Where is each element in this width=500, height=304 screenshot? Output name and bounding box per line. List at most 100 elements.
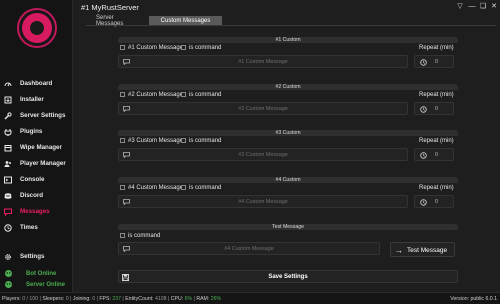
titlebar: #1 MyRustServer ▽ — ❏ ✕ — [73, 0, 500, 14]
sidebar-item-label: Dashboard — [20, 80, 53, 87]
sleepers-value: 0 — [65, 296, 69, 302]
sidebar-item-label: Console — [20, 176, 45, 183]
custom-message-input[interactable]: #4 Custom Message — [118, 195, 408, 208]
players-label: Players: — [2, 296, 21, 302]
repeat-input[interactable]: 0 — [414, 148, 454, 161]
custom-message-label: #3 Custom Message — [128, 138, 184, 144]
is-command-checkbox[interactable] — [181, 45, 186, 50]
sidebar-item-settings[interactable]: Settings — [0, 249, 73, 264]
plugin-icon — [4, 128, 12, 136]
bot-status: Bot Online — [4, 269, 56, 278]
sidebar-item-plugins[interactable]: Plugins — [0, 124, 73, 139]
custom-enable-checkbox[interactable] — [120, 45, 125, 50]
custom-message-label: #1 Custom Message — [128, 45, 184, 51]
input-placeholder: #1 Custom Message — [238, 59, 288, 65]
repeat-value: 0 — [435, 199, 438, 205]
skull-logo-icon — [30, 21, 44, 35]
sidebar-item-label: Times — [20, 224, 38, 231]
repeat-input[interactable]: 0 — [414, 102, 454, 115]
input-placeholder: #2 Custom Message — [238, 106, 288, 112]
custom-message-input[interactable]: #2 Custom Message — [118, 102, 408, 115]
server-stats: Players: 0 / 100 | Sleepers: 0 | Joining… — [2, 296, 222, 302]
test-message-button[interactable]: → Test Message — [390, 242, 455, 257]
custom-enable-checkbox[interactable] — [120, 138, 125, 143]
pin-button[interactable]: ▽ — [454, 1, 466, 11]
robot-icon — [5, 270, 12, 277]
repeat-input[interactable]: 0 — [414, 55, 454, 68]
close-button[interactable]: ✕ — [488, 1, 500, 11]
is-command-label: is command — [189, 138, 222, 144]
sidebar-item-player-manager[interactable]: Player Manager — [0, 156, 73, 171]
sidebar-item-messages[interactable]: Messages — [0, 204, 73, 219]
sidebar-item-label: Server Settings — [20, 112, 66, 119]
is-command-checkbox[interactable] — [120, 233, 125, 238]
sidebar-item-dashboard[interactable]: Dashboard — [0, 76, 73, 91]
console-icon — [4, 176, 12, 184]
section-title: Test Message — [118, 224, 458, 230]
sidebar-item-installer[interactable]: Installer — [0, 92, 73, 107]
repeat-input[interactable]: 0 — [414, 195, 454, 208]
clock-icon — [420, 106, 427, 113]
sidebar-item-console[interactable]: Console — [0, 172, 73, 187]
tab-custom-messages[interactable]: Custom Messages — [149, 16, 222, 25]
version-label: Version: public 6.0.1 — [450, 296, 497, 302]
clock-icon — [420, 59, 427, 66]
tab-divider — [86, 25, 496, 26]
status-bar: Players: 0 / 100 | Sleepers: 0 | Joining… — [0, 292, 500, 304]
input-placeholder: #4 Custom Message — [238, 199, 288, 205]
joining-value: 0 — [92, 296, 96, 302]
custom-enable-checkbox[interactable] — [120, 185, 125, 190]
test-message-input[interactable]: #4 Custom Message — [118, 242, 380, 255]
app-logo — [17, 8, 57, 48]
is-command-checkbox[interactable] — [181, 92, 186, 97]
custom-message-input[interactable]: #1 Custom Message — [118, 55, 408, 68]
sidebar-item-discord[interactable]: Discord — [0, 188, 73, 203]
bot-status-label: Bot Online — [26, 270, 57, 277]
server-status-label: Server Online — [26, 281, 66, 288]
robot-icon — [5, 281, 12, 288]
sidebar-item-label: Wipe Manager — [20, 144, 62, 151]
ram-label: RAM: — [196, 296, 210, 302]
wrench-icon — [4, 111, 12, 120]
save-settings-button[interactable]: Save Settings — [118, 270, 458, 283]
section-title: #4 Custom — [118, 177, 458, 183]
tab-bar: Server Messages Custom Messages — [86, 15, 222, 27]
sidebar-item-label: Settings — [20, 253, 45, 260]
sidebar-item-server-settings[interactable]: Server Settings — [0, 108, 73, 123]
clock-icon — [420, 199, 427, 206]
repeat-value: 0 — [435, 106, 438, 112]
arrow-right-icon: → — [395, 246, 403, 255]
repeat-label: Repeat (min) — [419, 45, 454, 51]
clock-icon — [4, 223, 12, 232]
custom-enable-checkbox[interactable] — [120, 92, 125, 97]
repeat-value: 0 — [435, 152, 438, 158]
discord-icon — [4, 192, 12, 200]
is-command-label: is command — [189, 45, 222, 51]
input-placeholder: #4 Custom Message — [224, 246, 274, 252]
sidebar-item-label: Discord — [20, 192, 44, 199]
is-command-checkbox[interactable] — [181, 138, 186, 143]
repeat-label: Repeat (min) — [419, 92, 454, 98]
sidebar-item-label: Messages — [20, 208, 50, 215]
custom-message-input[interactable]: #3 Custom Message — [118, 148, 408, 161]
cpu-value: 6% — [184, 296, 193, 302]
section-title: #1 Custom — [118, 37, 458, 43]
is-command-checkbox[interactable] — [181, 185, 186, 190]
sidebar-item-label: Plugins — [20, 128, 43, 135]
custom-message-label: #4 Custom Message — [128, 185, 184, 191]
entity-value: 4108 — [154, 296, 167, 302]
players-value: 0 / 100 — [22, 296, 39, 302]
section-title: #3 Custom — [118, 130, 458, 136]
message-icon — [4, 208, 12, 216]
tab-server-messages[interactable]: Server Messages — [86, 15, 149, 27]
custom-message-label: #2 Custom Message — [128, 92, 184, 98]
entity-label: EntityCount: — [125, 296, 154, 302]
is-command-label: is command — [189, 185, 222, 191]
sidebar: Dashboard Installer Server Settings Plug… — [0, 0, 73, 292]
sidebar-item-times[interactable]: Times — [0, 220, 73, 235]
repeat-label: Repeat (min) — [419, 185, 454, 191]
repeat-value: 0 — [435, 59, 438, 65]
is-command-label: is command — [189, 92, 222, 98]
sidebar-item-wipe-manager[interactable]: Wipe Manager — [0, 140, 73, 155]
repeat-label: Repeat (min) — [419, 138, 454, 144]
